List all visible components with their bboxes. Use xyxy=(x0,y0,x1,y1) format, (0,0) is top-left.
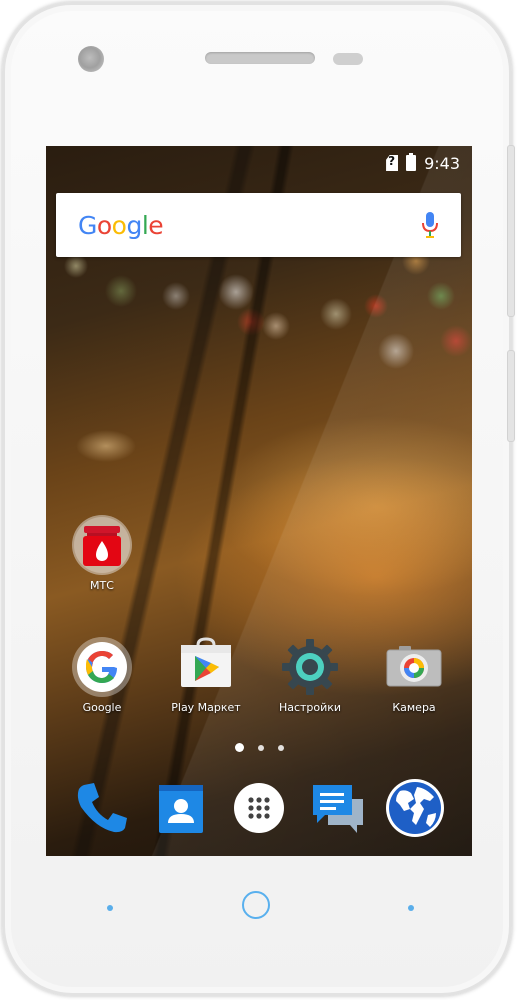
battery-icon xyxy=(406,153,417,171)
app-play-store[interactable]: Play Маркет xyxy=(164,636,248,714)
app-label-mts: МТС xyxy=(90,579,114,592)
phone-icon[interactable] xyxy=(70,777,132,839)
contacts-icon[interactable] xyxy=(150,777,212,839)
home-key[interactable] xyxy=(242,891,270,919)
page-dot-3[interactable] xyxy=(277,744,284,751)
app-google[interactable]: Google xyxy=(60,636,144,714)
status-time: 9:43 xyxy=(424,153,460,173)
menu-key[interactable] xyxy=(408,905,414,911)
camera-icon xyxy=(383,636,445,698)
dock xyxy=(46,773,472,853)
page-dot-2[interactable] xyxy=(257,744,264,751)
back-key[interactable] xyxy=(107,905,113,911)
proximity-sensor xyxy=(333,53,363,65)
power-button[interactable] xyxy=(507,350,515,442)
volume-button[interactable] xyxy=(507,145,515,317)
app-label-settings: Настройки xyxy=(278,701,342,714)
settings-icon xyxy=(279,636,341,698)
front-camera xyxy=(78,46,104,72)
sim-unknown-icon xyxy=(386,155,399,171)
page-dot-1[interactable] xyxy=(234,743,244,752)
app-mts[interactable]: МТС xyxy=(60,514,144,592)
messages-icon[interactable] xyxy=(308,777,370,839)
app-settings[interactable]: Настройки xyxy=(268,636,352,714)
status-bar: 9:43 xyxy=(46,146,472,180)
page-indicator xyxy=(46,743,472,752)
app-label-camera: Камера xyxy=(392,701,436,714)
browser-globe-icon[interactable] xyxy=(384,777,446,839)
play-store-icon xyxy=(175,636,237,698)
mts-icon xyxy=(71,514,133,576)
all-apps-icon[interactable] xyxy=(228,777,290,839)
google-search-bar[interactable]: Google xyxy=(56,193,461,257)
mic-icon[interactable] xyxy=(421,211,439,239)
google-logo: Google xyxy=(78,210,164,240)
app-label-google: Google xyxy=(82,701,122,714)
google-app-icon xyxy=(71,636,133,698)
app-camera[interactable]: Камера xyxy=(372,636,456,714)
earpiece-speaker xyxy=(205,52,315,64)
home-screen: 9:43 Google МТС xyxy=(46,146,472,856)
app-label-play-store: Play Маркет xyxy=(171,701,241,714)
